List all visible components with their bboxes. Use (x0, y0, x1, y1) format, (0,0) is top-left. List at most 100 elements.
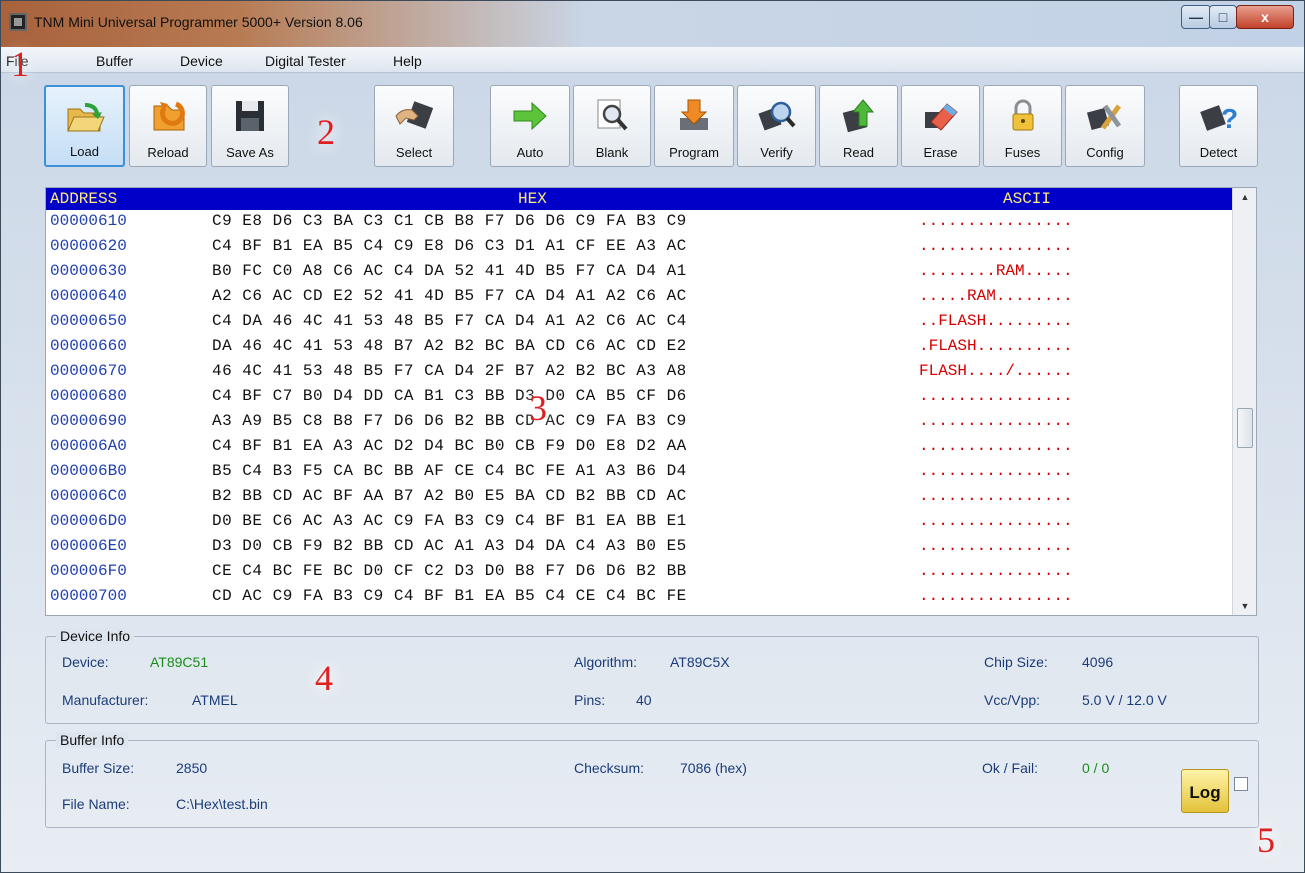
hex-bytes: 46 4C 41 53 48 B5 F7 CA D4 2F B7 A2 B2 B… (212, 362, 687, 380)
vertical-scrollbar[interactable]: ▲ ▼ (1232, 188, 1256, 615)
manufacturer-value: ATMEL (192, 692, 238, 708)
buffer-size-label: Buffer Size: (62, 760, 135, 776)
hex-ascii: ................ (919, 537, 1073, 555)
blank-button[interactable]: Blank (573, 85, 651, 167)
hex-bytes: D3 D0 CB F9 B2 BB CD AC A1 A3 D4 DA C4 A… (212, 537, 687, 555)
hex-address: 000006E0 (50, 537, 127, 555)
callout-3: 3 (529, 388, 547, 428)
download-arrow-icon (680, 99, 708, 130)
detect-label: Detect (1199, 145, 1238, 160)
fuses-button[interactable]: Fuses (983, 85, 1062, 167)
device-value: AT89C51 (150, 654, 209, 670)
close-icon: x (1261, 9, 1269, 25)
menu-help[interactable]: Help (393, 53, 422, 69)
hex-ascii: .FLASH.......... (919, 337, 1073, 355)
reload-button[interactable]: Reload (129, 85, 207, 167)
buffer-size-value: 2850 (176, 760, 208, 776)
hex-address: 00000690 (50, 412, 127, 430)
ok-fail-label: Ok / Fail: (982, 760, 1039, 776)
padlock-icon (1012, 99, 1033, 131)
hex-bytes: C9 E8 D6 C3 BA C3 C1 CB B8 F7 D6 D6 C9 F… (212, 212, 687, 230)
menu-digital-tester[interactable]: Digital Tester (265, 53, 346, 69)
hex-ascii: ................ (919, 212, 1073, 230)
hex-ascii: ................ (919, 487, 1073, 505)
tools-icon (1086, 104, 1122, 131)
hex-bytes: A2 C6 AC CD E2 52 41 4D B5 F7 CA D4 A1 A… (212, 287, 687, 305)
checksum-label: Checksum: (574, 760, 645, 776)
fuses-label: Fuses (1004, 145, 1041, 160)
hex-bytes: D0 BE C6 AC A3 AC C9 FA B3 C9 C4 BF B1 E… (212, 512, 687, 530)
verify-button[interactable]: Verify (737, 85, 816, 167)
vcc-vpp-value: 5.0 V / 12.0 V (1082, 692, 1167, 708)
config-label: Config (1086, 145, 1124, 160)
algorithm-label: Algorithm: (574, 654, 638, 670)
config-button[interactable]: Config (1065, 85, 1145, 167)
svg-text:?: ? (1221, 103, 1238, 134)
callout-1: 1 (11, 44, 29, 84)
callout-2: 2 (317, 112, 335, 152)
maximize-icon: □ (1218, 9, 1228, 25)
ok-fail-value: 0 / 0 (1082, 760, 1110, 776)
hex-editor[interactable]: ADDRESS HEX ASCII 00000610 C9 E8 D6 C3 BA… (45, 187, 1257, 616)
hex-address: 000006C0 (50, 487, 127, 505)
chip-question-icon: ? (1199, 103, 1238, 134)
device-info-group: Device Info Device: AT89C51 Manufacturer… (45, 628, 1259, 724)
blank-label: Blank (595, 145, 629, 160)
read-button[interactable]: Read (819, 85, 898, 167)
hex-ascii: ................ (919, 412, 1073, 430)
hex-address: 00000680 (50, 387, 127, 405)
chip-up-arrow-icon (842, 99, 874, 133)
auto-button[interactable]: Auto (490, 85, 570, 167)
program-label: Program (669, 145, 719, 160)
select-button[interactable]: Select (374, 85, 454, 167)
app-chip-icon (9, 13, 27, 31)
save-as-button[interactable]: Save As (211, 85, 289, 167)
hex-address: 00000640 (50, 287, 127, 305)
verify-label: Verify (760, 145, 793, 160)
read-label: Read (842, 145, 875, 160)
hex-bytes: CE C4 BC FE BC D0 CF C2 D3 D0 B8 F7 D6 D… (212, 562, 687, 580)
log-button[interactable]: Log (1181, 769, 1229, 813)
close-button[interactable]: x (1236, 5, 1294, 29)
menu-device[interactable]: Device (180, 53, 223, 69)
maximize-button[interactable]: □ (1209, 5, 1237, 29)
scroll-down-icon[interactable]: ▼ (1233, 601, 1257, 611)
pins-value: 40 (636, 692, 652, 708)
erase-button[interactable]: Erase (901, 85, 980, 167)
chip-size-label: Chip Size: (984, 654, 1048, 670)
scrollbar-thumb[interactable] (1237, 408, 1253, 448)
hex-bytes: C4 BF C7 B0 D4 DD CA B1 C3 BB D3 D0 CA B… (212, 387, 687, 405)
programmer-window: TNM Mini Universal Programmer 5000+ Vers… (0, 0, 1305, 873)
address-column-header: ADDRESS (50, 190, 118, 208)
detect-button[interactable]: ? Detect (1179, 85, 1258, 167)
load-button[interactable]: Load (44, 85, 125, 167)
hex-address: 000006F0 (50, 562, 127, 580)
hex-address: 00000630 (50, 262, 127, 280)
hex-address: 00000670 (50, 362, 127, 380)
load-label: Load (70, 144, 99, 159)
hex-ascii: FLASH..../...... (919, 362, 1073, 380)
log-checkbox[interactable] (1234, 777, 1248, 791)
hex-ascii: ................ (919, 587, 1073, 605)
hex-address: 00000700 (50, 587, 127, 605)
hex-bytes: DA 46 4C 41 53 48 B7 A2 B2 BC BA CD C6 A… (212, 337, 687, 355)
hex-address: 00000650 (50, 312, 127, 330)
green-arrow-icon (513, 101, 547, 131)
chip-select-icon (395, 101, 434, 129)
file-name-label: File Name: (62, 796, 130, 812)
folder-open-icon (66, 103, 105, 132)
hex-address: 000006B0 (50, 462, 127, 480)
menu-buffer[interactable]: Buffer (96, 53, 133, 69)
hex-bytes: C4 BF B1 EA A3 AC D2 D4 BC B0 CB F9 D0 E… (212, 437, 687, 455)
hex-address: 00000620 (50, 237, 127, 255)
device-label: Device: (62, 654, 109, 670)
window-title: TNM Mini Universal Programmer 5000+ Vers… (34, 14, 363, 30)
scroll-up-icon[interactable]: ▲ (1233, 192, 1257, 202)
hex-ascii: ........RAM..... (919, 262, 1073, 280)
ascii-column-header: ASCII (1003, 190, 1052, 208)
hex-ascii: .....RAM........ (919, 287, 1073, 305)
buffer-info-title: Buffer Info (56, 732, 129, 748)
minimize-button[interactable]: — (1181, 5, 1211, 29)
reload-icon (153, 101, 185, 131)
program-button[interactable]: Program (654, 85, 734, 167)
